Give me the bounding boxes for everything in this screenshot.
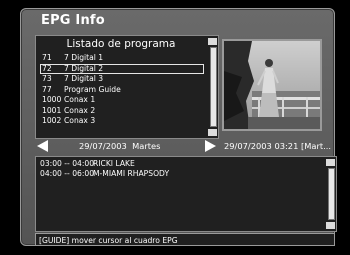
scroll-up-button[interactable] — [208, 38, 217, 45]
preview-image — [224, 41, 320, 129]
event-time: 03:00 -- 04:00 — [40, 159, 95, 168]
channel-name: Program Guide — [64, 84, 121, 94]
window-title: EPG Info — [41, 13, 105, 28]
event-list: 03:00 -- 04:00RICKI LAKE 04:00 -- 06:00M… — [40, 159, 169, 179]
channel-number: 71 — [42, 53, 52, 62]
next-day-arrow-icon[interactable] — [205, 140, 216, 152]
program-list-title: Listado de programa — [66, 38, 176, 50]
channel-number: 77 — [42, 84, 52, 94]
program-list: 71 7 Digital 1 72 7 Digital 2 73 7 Digital … — [40, 53, 204, 127]
channel-name: Conax 1 — [64, 95, 96, 104]
date-value: 29/07/2003 — [79, 141, 127, 151]
channel-number: 1001 — [42, 105, 62, 115]
list-item[interactable]: 73 7 Digital 3 — [40, 74, 204, 85]
list-item[interactable]: 77 Program Guide — [40, 85, 204, 96]
prev-day-arrow-icon[interactable] — [37, 140, 48, 152]
current-datetime: 29/07/2003 03:21 [Mart... — [224, 141, 332, 151]
event-list-panel: 03:00 -- 04:00RICKI LAKE 04:00 -- 06:00M… — [35, 156, 337, 232]
channel-number: 1002 — [42, 116, 62, 125]
program-list-scrollbar[interactable] — [208, 38, 217, 136]
list-item[interactable]: 71 7 Digital 1 — [40, 53, 204, 64]
date-navigation: 29/07/2003 Martes 29/07/2003 03:21 [Mart… — [35, 140, 335, 153]
event-time: 04:00 -- 06:00 — [40, 169, 95, 178]
scroll-up-button[interactable] — [326, 159, 335, 166]
scroll-down-button[interactable] — [208, 129, 217, 136]
list-item[interactable]: 1000 Conax 1 — [40, 95, 204, 106]
scroll-thumb[interactable] — [328, 168, 335, 220]
list-item[interactable]: 1001 Conax 2 — [40, 106, 204, 117]
day-name: Martes — [132, 141, 161, 151]
scroll-down-button[interactable] — [326, 222, 335, 229]
help-hint-bar: [GUIDE] mover cursor al cuadro EPG — [35, 233, 335, 246]
event-title: M-MIAMI RHAPSODY — [93, 169, 170, 178]
event-list-scrollbar[interactable] — [326, 159, 335, 229]
channel-name: Conax 2 — [64, 105, 96, 115]
event-row[interactable]: 03:00 -- 04:00RICKI LAKE — [40, 159, 169, 169]
channel-number: 72 — [42, 63, 52, 73]
channel-name: 7 Digital 3 — [64, 74, 104, 83]
video-preview — [222, 39, 322, 131]
event-row[interactable]: 04:00 -- 06:00M-MIAMI RHAPSODY — [40, 169, 169, 179]
list-item[interactable]: 1002 Conax 3 — [40, 116, 204, 127]
channel-number: 73 — [42, 74, 52, 83]
channel-number: 1000 — [42, 95, 62, 104]
channel-name: 7 Digital 1 — [64, 53, 104, 62]
list-item-selected[interactable]: 72 7 Digital 2 — [40, 63, 204, 74]
channel-name: Conax 3 — [64, 116, 96, 125]
selected-date: 29/07/2003 Martes — [79, 141, 160, 151]
channel-name: 7 Digital 2 — [64, 63, 104, 73]
scroll-thumb[interactable] — [210, 47, 217, 127]
program-list-panel: Listado de programa 71 7 Digital 1 72 7 Di… — [35, 35, 219, 139]
event-title: RICKI LAKE — [93, 159, 135, 168]
epg-window: EPG Info Listado de programa 71 7 Digital… — [20, 8, 337, 246]
